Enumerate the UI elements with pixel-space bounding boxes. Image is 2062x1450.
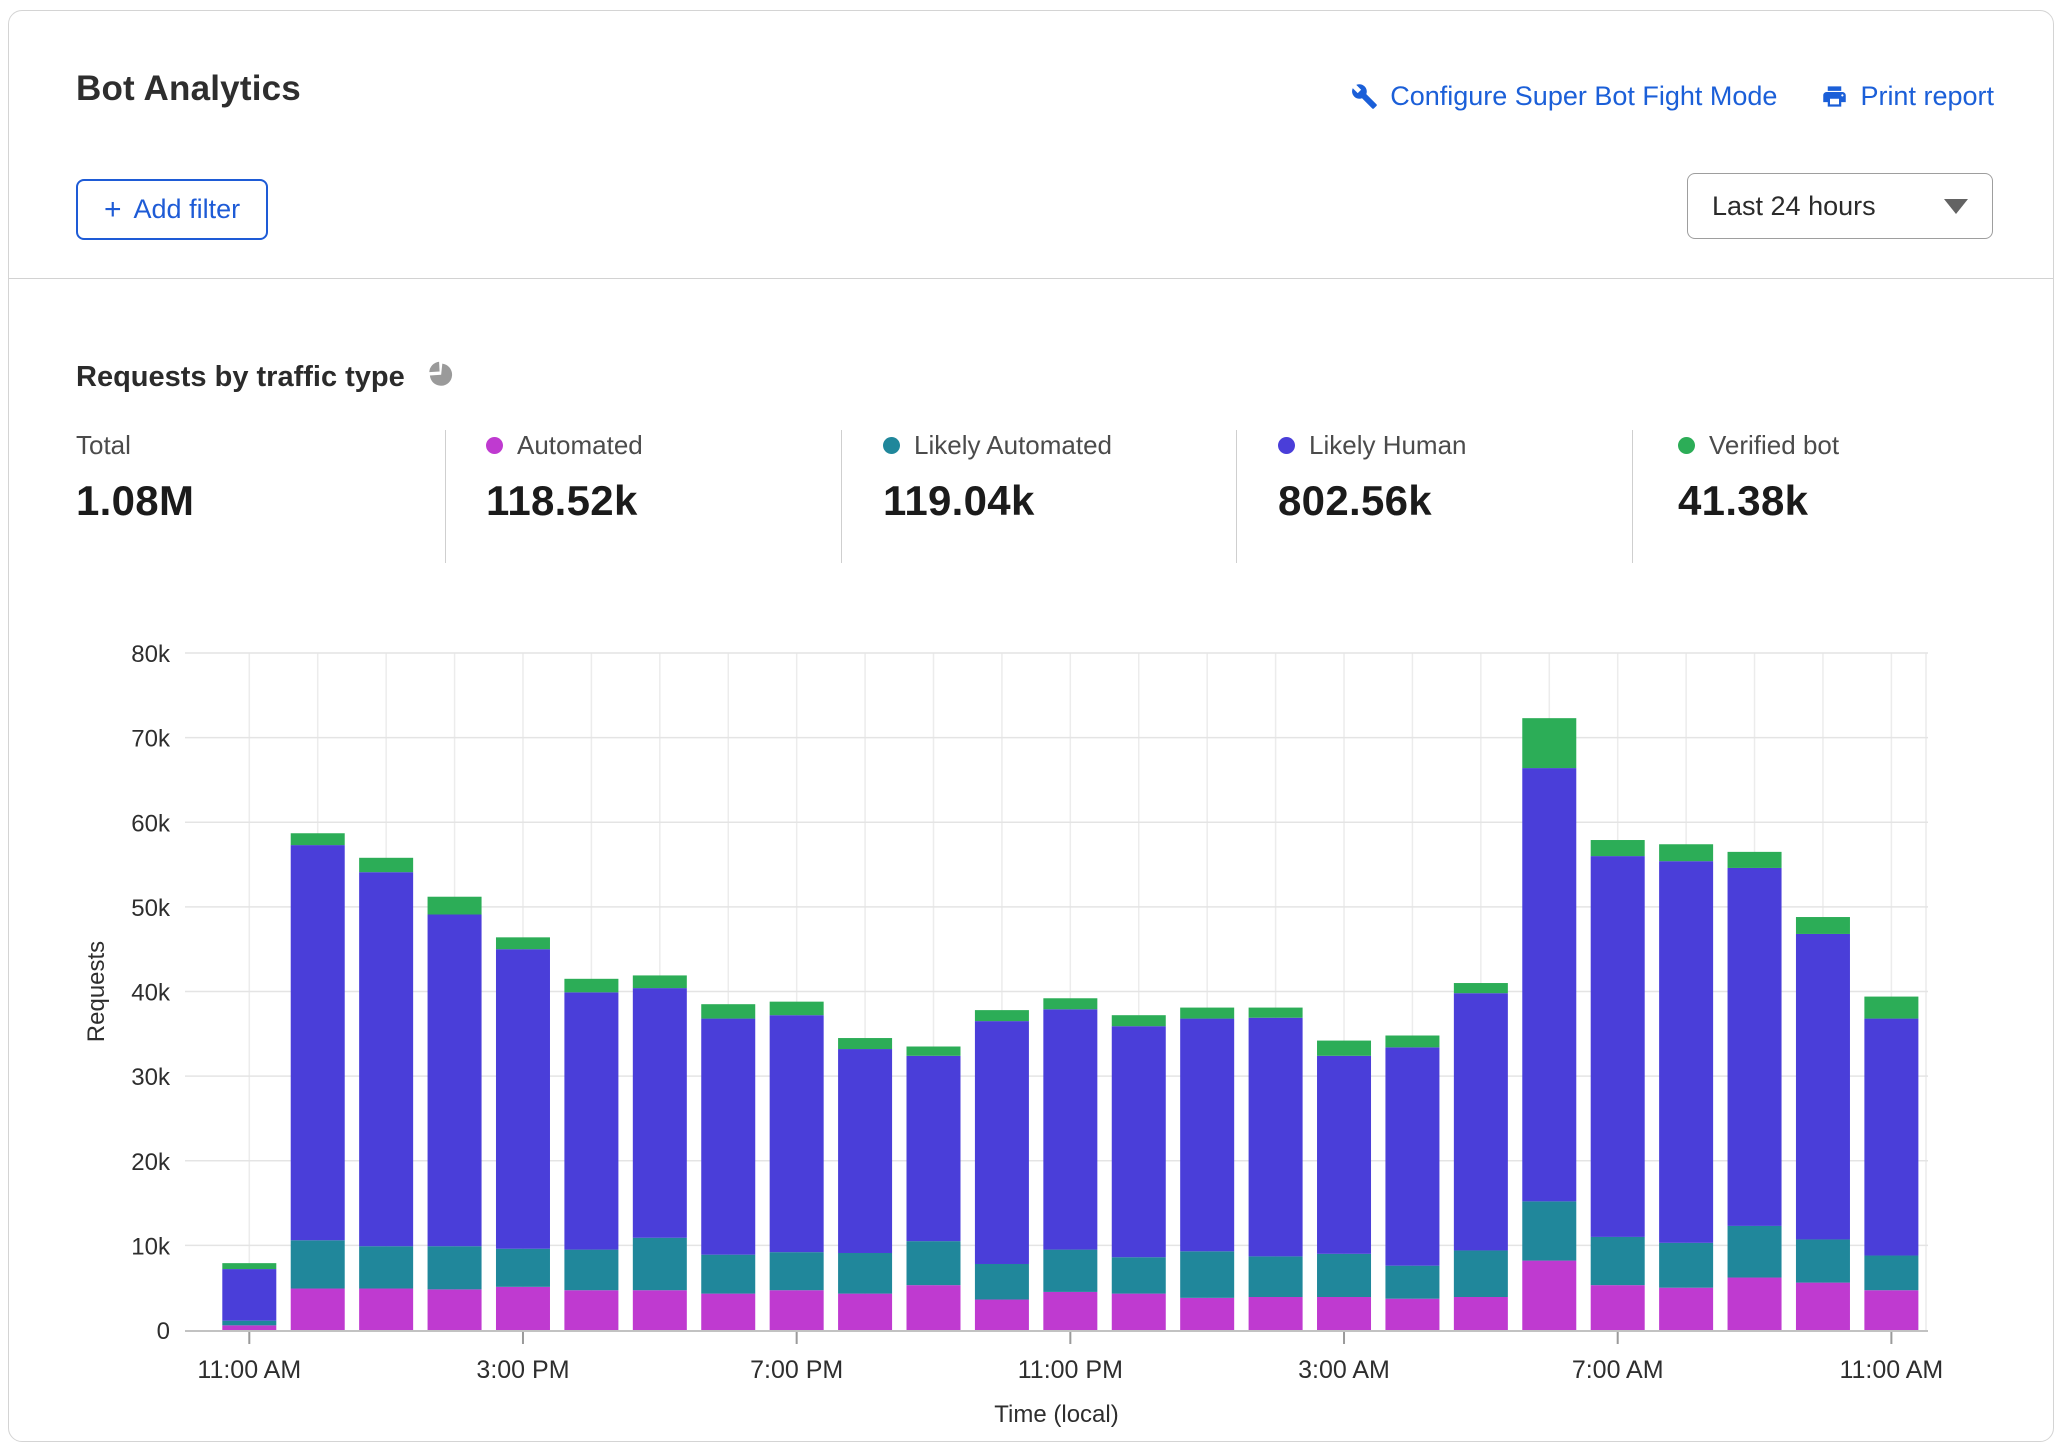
time-range-select[interactable]: Last 24 hours [1687, 173, 1993, 239]
stat-likely-human-label: Likely Human [1309, 430, 1467, 460]
wrench-icon [1351, 83, 1378, 110]
add-filter-label: Add filter [133, 194, 241, 224]
pie-chart-icon [425, 359, 456, 395]
configure-link-label: Configure Super Bot Fight Mode [1390, 81, 1778, 111]
section-title: Requests by traffic type [76, 360, 405, 393]
svg-text:60k: 60k [131, 810, 171, 837]
chevron-down-icon [1944, 198, 1968, 214]
stat-total: Total 1.08M [76, 430, 194, 525]
stat-divider [841, 430, 842, 563]
stat-total-value: 1.08M [76, 477, 195, 524]
svg-text:3:00 AM: 3:00 AM [1298, 1356, 1390, 1384]
svg-text:70k: 70k [131, 726, 171, 753]
stat-likely-automated: Likely Automated 119.04k [883, 430, 1112, 525]
plus-icon: + [104, 192, 122, 226]
automated-legend-dot-icon [486, 437, 503, 454]
stat-verified-bot-label: Verified bot [1709, 430, 1840, 460]
stacked-bar-chart-canvas: 0 10k 20k 30k 40k 50k 60k 70k 80k 11:00 AM 3:00 PM… [83, 641, 1943, 1428]
page-title: Bot Analytics [76, 69, 301, 108]
stat-likely-human-value: 802.56k [1278, 477, 1432, 524]
stat-total-label: Total [76, 430, 131, 460]
traffic-type-stats: Total 1.08M Automated 118.52k Likely Aut… [9, 430, 2053, 565]
add-filter-button[interactable]: + Add filter [76, 179, 269, 240]
likely-automated-legend-dot-icon [883, 437, 900, 454]
svg-text:11:00 PM: 11:00 PM [1018, 1356, 1123, 1384]
stat-divider [1236, 430, 1237, 563]
svg-text:11:00 AM: 11:00 AM [197, 1356, 301, 1384]
svg-text:40k: 40k [131, 980, 171, 1007]
stat-automated-value: 118.52k [486, 477, 638, 524]
svg-text:30k: 30k [131, 1064, 171, 1091]
svg-text:Time (local): Time (local) [994, 1401, 1118, 1428]
printer-icon [1821, 83, 1848, 110]
stat-divider [445, 430, 446, 563]
stat-likely-automated-label: Likely Automated [914, 430, 1113, 460]
stat-likely-human: Likely Human 802.56k [1278, 430, 1467, 525]
stat-divider [1632, 430, 1633, 563]
svg-text:0: 0 [157, 1318, 170, 1345]
svg-text:11:00 AM: 11:00 AM [1839, 1356, 1943, 1384]
requests-by-traffic-type-chart: 0 10k 20k 30k 40k 50k 60k 70k 80k 11:00 AM 3:00 PM… [0, 620, 2062, 1432]
page: Bot Analytics Configure Super Bot Fight … [0, 0, 2062, 1450]
svg-text:80k: 80k [131, 641, 171, 668]
svg-text:20k: 20k [131, 1149, 171, 1176]
print-report-link[interactable]: Print report [1821, 81, 1994, 112]
stat-likely-automated-value: 119.04k [883, 477, 1035, 524]
stat-verified-bot: Verified bot 41.38k [1678, 430, 1839, 525]
stat-automated: Automated 118.52k [486, 430, 643, 525]
svg-text:10k: 10k [131, 1233, 171, 1260]
svg-text:7:00 PM: 7:00 PM [750, 1356, 843, 1384]
section-title-row: Requests by traffic type [76, 359, 456, 395]
card-header: Bot Analytics Configure Super Bot Fight … [9, 11, 2053, 279]
svg-text:7:00 AM: 7:00 AM [1572, 1356, 1664, 1384]
configure-super-bot-fight-mode-link[interactable]: Configure Super Bot Fight Mode [1351, 81, 1777, 112]
stat-automated-label: Automated [517, 430, 643, 460]
verified-bot-legend-dot-icon [1678, 437, 1695, 454]
svg-text:50k: 50k [131, 895, 171, 922]
svg-text:3:00 PM: 3:00 PM [476, 1356, 569, 1384]
print-link-label: Print report [1860, 81, 1994, 111]
stat-verified-bot-value: 41.38k [1678, 477, 1809, 524]
likely-human-legend-dot-icon [1278, 437, 1295, 454]
header-actions: Configure Super Bot Fight Mode Print rep… [1351, 81, 1994, 112]
svg-text:Requests: Requests [83, 941, 110, 1042]
time-range-value: Last 24 hours [1712, 190, 1876, 221]
